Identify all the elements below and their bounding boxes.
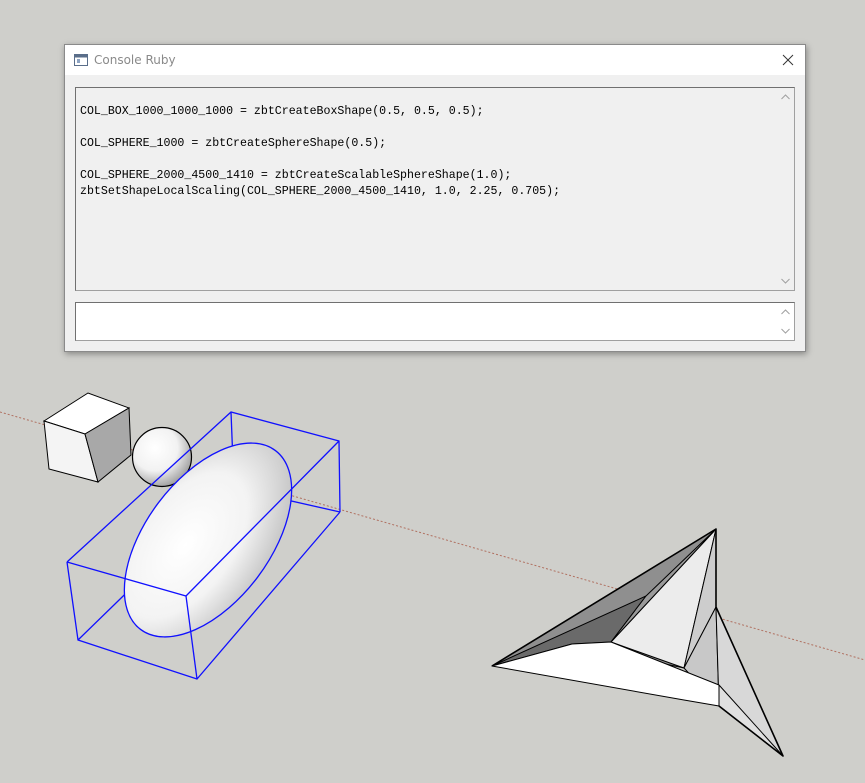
ruby-command-input[interactable] xyxy=(78,305,774,338)
close-button[interactable] xyxy=(771,45,805,75)
scroll-down-icon[interactable] xyxy=(781,328,790,334)
output-line: COL_SPHERE_1000 = zbtCreateSphereShape(0… xyxy=(80,137,387,150)
sketchup-viewport[interactable]: Console Ruby COL_BOX_1000_1000_1000 = zb… xyxy=(0,0,865,783)
output-line: COL_BOX_1000_1000_1000 = zbtCreateBoxSha… xyxy=(80,105,484,118)
console-output-text: COL_BOX_1000_1000_1000 = zbtCreateBoxSha… xyxy=(80,104,560,200)
polyhedron[interactable] xyxy=(491,528,784,757)
scroll-up-icon[interactable] xyxy=(781,94,790,100)
scroll-up-icon[interactable] xyxy=(781,309,790,315)
ruby-console-icon xyxy=(74,54,88,66)
output-line: zbtSetShapeLocalScaling(COL_SPHERE_2000_… xyxy=(80,185,561,198)
console-input-box[interactable] xyxy=(75,302,795,341)
scroll-down-icon[interactable] xyxy=(781,278,790,284)
window-title: Console Ruby xyxy=(94,53,176,67)
output-line: COL_SPHERE_2000_4500_1410 = zbtCreateSca… xyxy=(80,169,512,182)
window-titlebar[interactable]: Console Ruby xyxy=(65,45,805,75)
input-scrollbar[interactable] xyxy=(777,303,794,340)
ruby-console-window[interactable]: Console Ruby COL_BOX_1000_1000_1000 = zb… xyxy=(64,44,806,352)
close-icon xyxy=(782,54,794,66)
output-scrollbar[interactable] xyxy=(777,88,794,290)
cube[interactable] xyxy=(42,392,132,483)
console-output[interactable]: COL_BOX_1000_1000_1000 = zbtCreateBoxSha… xyxy=(75,87,795,291)
